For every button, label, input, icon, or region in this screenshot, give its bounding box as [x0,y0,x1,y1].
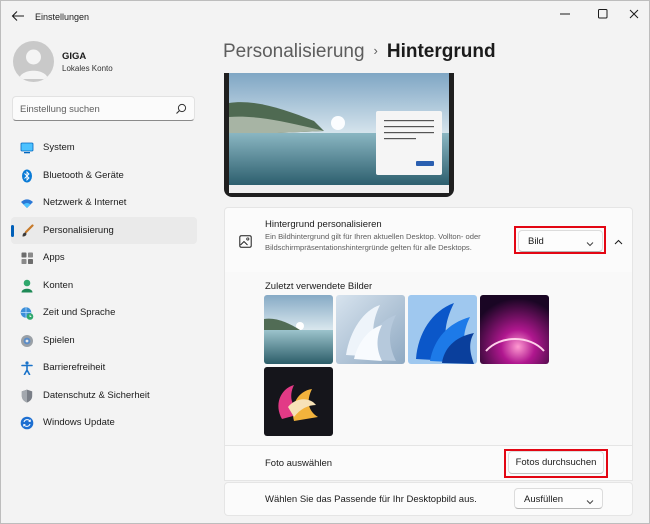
fit-label: Wählen Sie das Passende für Ihr Desktopb… [265,494,477,505]
sidebar-item-privacy[interactable]: Datenschutz & Sicherheit [11,382,197,410]
breadcrumb: Personalisierung › Hintergrund [223,41,496,63]
sidebar-item-label: Apps [43,252,65,263]
highlight-box [504,449,608,478]
search-input[interactable] [20,101,170,117]
account-type: Lokales Konto [62,64,113,73]
sidebar-item-label: Datenschutz & Sicherheit [43,389,150,401]
background-description: Ein Bildhintergrund gilt für Ihren aktue… [265,232,481,252]
recent-image-lake[interactable] [264,295,333,364]
desktop-preview [224,73,454,197]
sidebar-item-network[interactable]: Netzwerk & Internet [11,189,197,217]
bluetooth-icon [20,169,34,183]
recent-image-pink-gold[interactable] [264,367,333,436]
search-box[interactable] [12,96,195,121]
choose-photo-row: Foto auswählen Fotos durchsuchen [224,445,633,481]
brush-icon [20,223,34,238]
chevron-down-icon [586,497,594,505]
sidebar-item-gaming[interactable]: Spielen [11,327,197,355]
recent-images-panel: Zuletzt verwendete Bilder [224,272,633,447]
sidebar-item-system[interactable]: System [11,134,197,162]
wifi-icon [20,196,34,210]
sidebar-item-windows-update[interactable]: Windows Update [11,409,197,437]
recent-image-blue-bloom[interactable] [408,295,477,364]
highlight-box [514,226,606,254]
background-title: Hintergrund personalisieren [265,219,382,230]
sidebar-item-accessibility[interactable]: Barrierefreiheit [11,354,197,382]
title-bar: Einstellungen [1,1,649,33]
sidebar-item-apps[interactable]: Apps [11,244,197,272]
sidebar-item-label: Windows Update [43,417,115,428]
fit-dropdown[interactable]: Ausfüllen [514,488,603,509]
sidebar-item-label: Konten [43,279,74,291]
breadcrumb-separator: › [373,43,378,58]
sidebar-item-accounts[interactable]: Konten [11,272,197,300]
minimize-icon[interactable] [551,6,579,22]
user-name: GIGA [62,51,87,62]
globe-clock-icon [20,306,34,320]
back-arrow-icon[interactable] [11,10,27,24]
fit-setting-row: Wählen Sie das Passende für Ihr Desktopb… [224,482,633,516]
shield-icon [20,389,34,403]
accessibility-icon [20,361,34,375]
settings-window: Einstellungen GIGA Lokales Konto Einstel… [0,0,650,524]
page-title: Hintergrund [386,41,496,62]
breadcrumb-parent[interactable]: Personalisierung [223,41,365,62]
fit-value: Ausfüllen [524,494,564,505]
sidebar-item-label: Spielen [43,334,75,346]
sidebar-item-label: Zeit und Sprache [43,307,116,318]
sidebar-item-bluetooth[interactable]: Bluetooth & Geräte [11,162,197,190]
sidebar-item-label: Barrierefreiheit [43,362,106,373]
sidebar-item-label: Netzwerk & Internet [43,197,127,208]
recent-images-label: Zuletzt verwendete Bilder [265,281,373,292]
recent-image-white-bloom[interactable] [336,295,405,364]
sidebar-item-label: Personalisierung [43,224,114,236]
sidebar-item-time-language[interactable]: Zeit und Sprache [11,299,197,327]
background-setting-card: Hintergrund personalisieren Ein Bildhint… [224,207,633,281]
search-icon[interactable] [175,103,187,115]
close-icon[interactable] [620,6,648,22]
sidebar-item-label: Bluetooth & Geräte [43,169,124,181]
chevron-up-icon[interactable] [614,237,623,245]
update-icon [20,416,34,430]
avatar [13,41,54,82]
sidebar-nav: System Bluetooth & Geräte Netzwerk & Int… [11,134,197,437]
gamepad-icon [20,334,34,348]
sidebar-item-label: System [43,142,75,153]
picture-icon [239,235,252,248]
sidebar-item-personalization[interactable]: Personalisierung [11,216,197,244]
choose-photo-label: Foto auswählen [265,458,333,469]
maximize-icon[interactable] [589,6,617,22]
apps-icon [20,251,34,265]
app-title: Einstellungen [35,12,90,22]
person-icon [20,279,34,293]
recent-image-purple-glow[interactable] [480,295,549,364]
monitor-icon [20,141,34,155]
